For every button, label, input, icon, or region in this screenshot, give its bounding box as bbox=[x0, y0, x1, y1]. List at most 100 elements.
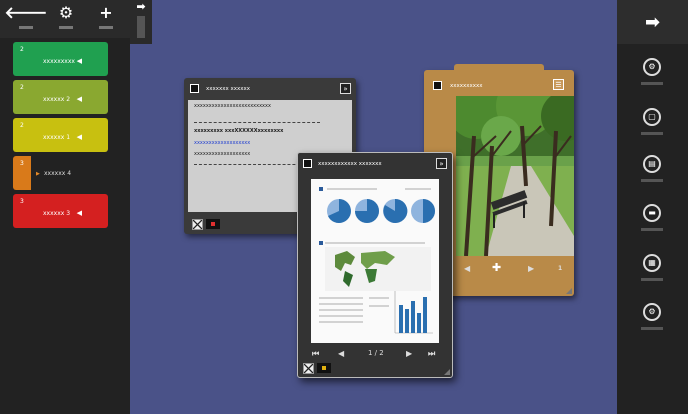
card-title: xxxxxxx xxxxxx bbox=[206, 86, 251, 92]
world-map bbox=[325, 247, 431, 291]
printer-button-caption bbox=[641, 228, 663, 231]
folder-name: xxxxxx 2 bbox=[43, 96, 71, 103]
document-card[interactable]: xxxxxxxxxxxx xxxxxxx » ⏮ ◀ 1 / 2 ▶ ⏭ bbox=[297, 152, 453, 378]
expand-arrow-icon[interactable]: ▶ bbox=[36, 171, 40, 177]
pin-icon[interactable] bbox=[303, 363, 314, 374]
text-line bbox=[319, 309, 363, 311]
document-page[interactable] bbox=[311, 179, 439, 343]
document-button[interactable]: ▤ bbox=[638, 155, 666, 189]
settings-button-right[interactable]: ⚙ bbox=[638, 303, 666, 337]
next-page-icon[interactable]: ▶ bbox=[406, 349, 412, 358]
prev-arrow-icon[interactable]: ◀ bbox=[464, 264, 470, 273]
folder-count: 3 bbox=[20, 160, 24, 167]
folder-item-collapsed[interactable]: 3 bbox=[13, 156, 31, 190]
text-line bbox=[327, 188, 377, 190]
note-line: xxxxxxxxx xxxXXXXXXxxxxxxxx bbox=[194, 128, 284, 134]
next-arrow-icon[interactable]: ▶ bbox=[528, 264, 534, 273]
document-icon: ▤ bbox=[643, 155, 661, 173]
grid-button[interactable]: ▦ bbox=[638, 254, 666, 288]
plus-icon: + bbox=[99, 3, 113, 22]
document-button-caption bbox=[641, 179, 663, 182]
back-button[interactable]: 🡐 bbox=[5, 4, 47, 34]
note-line: xxxxxxxxxxxxxxxxxxxxxxxxxx bbox=[194, 103, 271, 109]
bar-chart bbox=[394, 291, 433, 334]
network-button-caption bbox=[641, 82, 663, 85]
park-photo bbox=[456, 96, 574, 256]
text-line bbox=[369, 305, 389, 307]
select-checkbox[interactable] bbox=[190, 84, 199, 93]
grid-button-caption bbox=[641, 278, 663, 281]
resize-handle[interactable] bbox=[566, 288, 572, 294]
pin-icon[interactable] bbox=[192, 219, 203, 230]
tag-red bbox=[211, 222, 215, 226]
arrow-right-icon: ➡ bbox=[136, 0, 146, 13]
collapse-arrow-icon[interactable]: ◀ bbox=[77, 57, 82, 65]
arrow-right-icon: ➡ bbox=[644, 11, 661, 33]
collapse-button[interactable]: » bbox=[340, 83, 351, 94]
card-tab bbox=[454, 64, 544, 72]
folder-item[interactable]: 2 xxxxxxxxx ◀ bbox=[13, 42, 108, 76]
card-title: xxxxxxxxxx bbox=[450, 83, 483, 89]
divider bbox=[194, 122, 320, 123]
text-line bbox=[319, 315, 363, 317]
back-button-caption bbox=[19, 26, 33, 29]
prev-page-icon[interactable]: ◀ bbox=[338, 349, 344, 358]
folder-count: 2 bbox=[20, 84, 24, 91]
text-line bbox=[319, 321, 363, 323]
note-line: xxxxxxxxxxxxxxxxxxx bbox=[194, 151, 251, 157]
note-link[interactable]: xxxxxxxxxxxxxxxxxxx bbox=[194, 140, 250, 146]
window-icon: ▢ bbox=[643, 108, 661, 126]
gear-icon: ⚙ bbox=[58, 3, 74, 22]
last-page-icon[interactable]: ⏭ bbox=[428, 349, 435, 359]
text-line bbox=[319, 297, 363, 299]
folder-item[interactable]: 2 xxxxxx 1 ◀ bbox=[13, 118, 108, 152]
select-checkbox[interactable] bbox=[433, 81, 442, 90]
collapse-arrow-icon[interactable]: ◀ bbox=[77, 209, 82, 217]
select-checkbox[interactable] bbox=[303, 159, 312, 168]
collapse-arrow-icon[interactable]: ◀ bbox=[77, 133, 82, 141]
first-page-icon[interactable]: ⏮ bbox=[312, 349, 319, 359]
folder-name: xxxxxx 3 bbox=[43, 210, 71, 217]
text-line bbox=[325, 242, 425, 244]
page-indicator: 1 / 2 bbox=[368, 349, 384, 357]
text-line bbox=[369, 297, 389, 299]
collapse-button[interactable]: » bbox=[436, 158, 447, 169]
menu-button[interactable]: ☰ bbox=[553, 79, 564, 90]
settings-icon: ⚙ bbox=[643, 303, 661, 321]
card-title: xxxxxxxxxxxx xxxxxxx bbox=[318, 161, 382, 167]
chevron-down-icon: » bbox=[439, 159, 444, 168]
window-button[interactable]: ▢ bbox=[638, 108, 666, 142]
add-button-caption bbox=[99, 26, 113, 29]
color-tag[interactable] bbox=[206, 219, 220, 229]
page-number: 1 bbox=[558, 265, 563, 272]
pin-glyph bbox=[193, 220, 202, 229]
collapse-arrow-icon[interactable]: ◀ bbox=[77, 95, 82, 103]
folder-count: 2 bbox=[20, 46, 24, 53]
text-line bbox=[405, 188, 431, 190]
folder-count: 2 bbox=[20, 122, 24, 129]
settings-button-caption bbox=[59, 26, 73, 29]
printer-button[interactable]: ▬ bbox=[638, 204, 666, 238]
left-toolbar: 🡐 ⚙ + bbox=[0, 0, 130, 38]
drag-bar[interactable] bbox=[137, 16, 145, 38]
hamburger-icon: ☰ bbox=[555, 80, 562, 89]
left-sidebar: 🡐 ⚙ + 2 xxxxxxxxx ◀ 2 xxxxxx 2 ◀ 2 xxxxx… bbox=[0, 0, 130, 414]
settings-button[interactable]: ⚙ bbox=[52, 4, 80, 34]
folder-item[interactable]: 2 xxxxxx 2 ◀ bbox=[13, 80, 108, 114]
resize-handle[interactable] bbox=[444, 369, 450, 375]
add-button[interactable]: + bbox=[92, 4, 120, 34]
folder-name[interactable]: xxxxxx 4 bbox=[44, 170, 71, 177]
color-tag[interactable] bbox=[317, 363, 331, 373]
park-image bbox=[456, 96, 574, 256]
right-sidebar: ➡ ⚙ ▢ ▤ ▬ ▦ ⚙ bbox=[617, 0, 688, 414]
network-button[interactable]: ⚙ bbox=[638, 58, 666, 92]
chevron-down-icon: » bbox=[343, 84, 348, 93]
tag-yellow bbox=[322, 366, 326, 370]
folder-item[interactable]: 3 xxxxxx 3 ◀ bbox=[13, 194, 108, 228]
settings-button-caption bbox=[641, 327, 663, 330]
bullet-icon bbox=[319, 187, 323, 191]
expand-panel-button[interactable]: ➡ bbox=[617, 0, 688, 44]
pin-glyph bbox=[304, 364, 313, 373]
sidebar-collapse-handle[interactable]: ➡ bbox=[130, 0, 152, 44]
add-circle-icon[interactable]: ✚ bbox=[492, 261, 501, 274]
